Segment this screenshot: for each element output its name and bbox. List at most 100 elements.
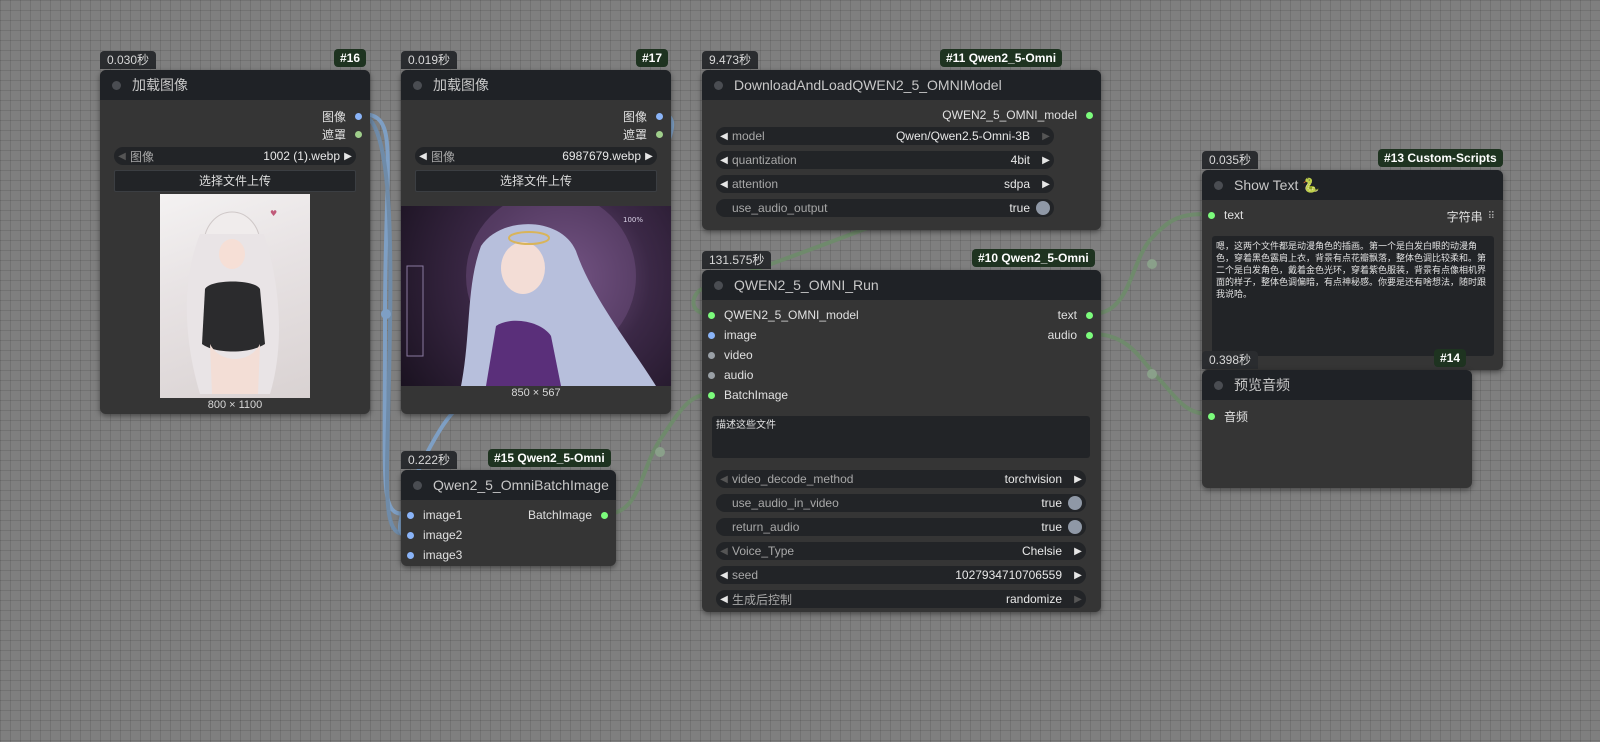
node17-output-image[interactable]: 图像 [623, 108, 663, 125]
node13-output-textarea[interactable]: 嗯，这两个文件都是动漫角色的插画。第一个是白发白眼的动漫角色，穿着黑色露肩上衣，… [1212, 236, 1494, 356]
node10-output-text[interactable]: text [1058, 308, 1093, 322]
node10-vdm-prev-icon[interactable]: ◀ [716, 474, 732, 485]
node10-ctrl-prev-icon[interactable]: ◀ [716, 594, 732, 605]
node10-input-batchimage[interactable]: BatchImage [708, 388, 788, 402]
node10-title-bar[interactable]: QWEN2_5_OMNI_Run [702, 270, 1101, 300]
node10-return-audio-toggle[interactable]: return_audio true [716, 518, 1086, 536]
node15-input-image2[interactable]: image2 [407, 528, 462, 542]
node11-output-model-dot[interactable] [1086, 111, 1093, 119]
node17-image-next-icon[interactable]: ▶ [641, 151, 657, 162]
node15-input-image1-dot[interactable] [407, 511, 414, 519]
node15-input-image2-dot[interactable] [407, 531, 414, 539]
node13-badge: #13 Custom-Scripts [1378, 149, 1503, 167]
node17-upload-button[interactable]: 选择文件上传 [415, 170, 657, 192]
node14-input-audio[interactable]: 音频 [1208, 408, 1248, 425]
node10-input-audio-dot[interactable] [708, 371, 715, 379]
link-10-text-to-13 [1090, 212, 1210, 316]
node11-model-label: model [732, 129, 765, 143]
node17-output-mask[interactable]: 遮罩 [623, 126, 663, 143]
node10-voice-next-icon[interactable]: ▶ [1070, 546, 1086, 557]
node11-attention-select[interactable]: ◀ attention sdpa ▶ [716, 175, 1054, 193]
node11-model-next-icon[interactable]: ▶ [1038, 131, 1054, 142]
node15-input-image1[interactable]: image1 [407, 508, 462, 522]
node10-voice-prev-icon[interactable]: ◀ [716, 546, 732, 557]
node11-quantization-select[interactable]: ◀ quantization 4bit ▶ [716, 151, 1054, 169]
node10-control-after-generate-select[interactable]: ◀ 生成后控制 randomize ▶ [716, 590, 1086, 608]
node17-collapse-dot[interactable] [413, 80, 422, 90]
node13-input-text[interactable]: text [1208, 208, 1243, 222]
node-16-load-image[interactable]: 加载图像 图像 遮罩 ◀ 图像 1002 (1).webp ▶ 选择文件上传 ♥… [100, 70, 370, 414]
node15-output-batchimage[interactable]: BatchImage [528, 508, 608, 522]
node13-input-text-dot[interactable] [1208, 211, 1215, 219]
node11-attention-next-icon[interactable]: ▶ [1038, 179, 1054, 190]
node13-collapse-dot[interactable] [1214, 180, 1223, 190]
node-17-load-image[interactable]: 加载图像 图像 遮罩 ◀ 图像 6987679.webp ▶ 选择文件上传 10… [401, 70, 671, 414]
node15-title-bar[interactable]: Qwen2_5_OmniBatchImage [401, 470, 616, 500]
node15-collapse-dot[interactable] [413, 480, 422, 490]
node-10-qwen-omni-run[interactable]: QWEN2_5_OMNI_Run QWEN2_5_OMNI_model imag… [702, 270, 1101, 612]
node10-collapse-dot[interactable] [714, 280, 723, 290]
node10-seed-decrement-icon[interactable]: ◀ [716, 570, 732, 581]
node15-input-image3[interactable]: image3 [407, 548, 462, 562]
node13-title-bar[interactable]: Show Text 🐍 [1202, 170, 1503, 200]
node11-title-bar[interactable]: DownloadAndLoadQWEN2_5_OMNIModel [702, 70, 1101, 100]
node10-input-model-dot[interactable] [708, 311, 715, 319]
node10-voice-type-select[interactable]: ◀ Voice_Type Chelsie ▶ [716, 542, 1086, 560]
node10-input-video-dot[interactable] [708, 351, 715, 359]
node16-image-prev-icon[interactable]: ◀ [114, 151, 130, 162]
node10-input-image-dot[interactable] [708, 331, 715, 339]
node10-video-decode-method-select[interactable]: ◀ video_decode_method torchvision ▶ [716, 470, 1086, 488]
node16-upload-button[interactable]: 选择文件上传 [114, 170, 356, 192]
node11-attention-prev-icon[interactable]: ◀ [716, 179, 732, 190]
node10-use-audio-in-video-toggle[interactable]: use_audio_in_video true [716, 494, 1086, 512]
node10-uaiv-knob[interactable] [1068, 496, 1082, 510]
node10-prompt-textarea[interactable]: 描述这些文件 [712, 416, 1090, 458]
node17-title-bar[interactable]: 加载图像 [401, 70, 671, 100]
node11-toggle-knob[interactable] [1036, 201, 1050, 215]
node10-input-audio[interactable]: audio [708, 368, 753, 382]
node10-vdm-next-icon[interactable]: ▶ [1070, 474, 1086, 485]
node10-input-model[interactable]: QWEN2_5_OMNI_model [708, 308, 859, 322]
node17-title: 加载图像 [433, 77, 489, 93]
node11-collapse-dot[interactable] [714, 80, 723, 90]
node-11-download-load-model[interactable]: DownloadAndLoadQWEN2_5_OMNIModel QWEN2_5… [702, 70, 1101, 230]
node17-output-mask-dot[interactable] [656, 131, 663, 138]
node11-model-select[interactable]: ◀ model Qwen/Qwen2.5-Omni-3B ▶ [716, 127, 1054, 145]
node16-image-label: 图像 [130, 149, 155, 164]
node11-quantization-prev-icon[interactable]: ◀ [716, 155, 732, 166]
node-13-show-text[interactable]: Show Text 🐍 text 字符串 ⠿ 嗯，这两个文件都是动漫角色的插画。… [1202, 170, 1503, 370]
node10-output-audio[interactable]: audio [1048, 328, 1093, 342]
node10-ctrl-next-icon[interactable]: ▶ [1070, 594, 1086, 605]
node17-image-select[interactable]: ◀ 图像 6987679.webp ▶ [415, 147, 657, 165]
node11-use-audio-output-toggle[interactable]: use_audio_output true [716, 199, 1054, 217]
node15-input-image3-dot[interactable] [407, 551, 414, 559]
node10-output-audio-dot[interactable] [1086, 331, 1093, 339]
node-14-preview-audio[interactable]: 预览音频 音频 [1202, 370, 1472, 488]
node10-input-video[interactable]: video [708, 348, 753, 362]
node16-output-mask[interactable]: 遮罩 [322, 126, 362, 143]
node16-collapse-dot[interactable] [112, 80, 121, 90]
node15-output-batchimage-dot[interactable] [601, 511, 608, 519]
node14-collapse-dot[interactable] [1214, 380, 1223, 390]
node16-title-bar[interactable]: 加载图像 [100, 70, 370, 100]
node10-output-text-dot[interactable] [1086, 311, 1093, 319]
node16-output-image[interactable]: 图像 [322, 108, 362, 125]
node-15-omni-batch-image[interactable]: Qwen2_5_OmniBatchImage image1 image2 ima… [401, 470, 616, 566]
node16-output-mask-dot[interactable] [355, 131, 362, 138]
node10-ra-knob[interactable] [1068, 520, 1082, 534]
node17-output-image-dot[interactable] [656, 113, 663, 120]
node14-title-bar[interactable]: 预览音频 [1202, 370, 1472, 400]
node10-seed-input[interactable]: ◀ seed 1027934710706559 ▶ [716, 566, 1086, 584]
node11-quantization-next-icon[interactable]: ▶ [1038, 155, 1054, 166]
node17-image-prev-icon[interactable]: ◀ [415, 151, 431, 162]
node11-output-model[interactable]: QWEN2_5_OMNI_model [942, 108, 1093, 122]
node11-model-prev-icon[interactable]: ◀ [716, 131, 732, 142]
node16-image-next-icon[interactable]: ▶ [340, 151, 356, 162]
node16-output-image-dot[interactable] [355, 113, 362, 120]
node10-seed-increment-icon[interactable]: ▶ [1070, 570, 1086, 581]
node14-input-audio-dot[interactable] [1208, 413, 1215, 420]
node10-input-batchimage-dot[interactable] [708, 391, 715, 399]
node16-image-select[interactable]: ◀ 图像 1002 (1).webp ▶ [114, 147, 356, 165]
node10-input-image[interactable]: image [708, 328, 757, 342]
node13-grid-icon[interactable]: ⠿ [1488, 211, 1495, 222]
